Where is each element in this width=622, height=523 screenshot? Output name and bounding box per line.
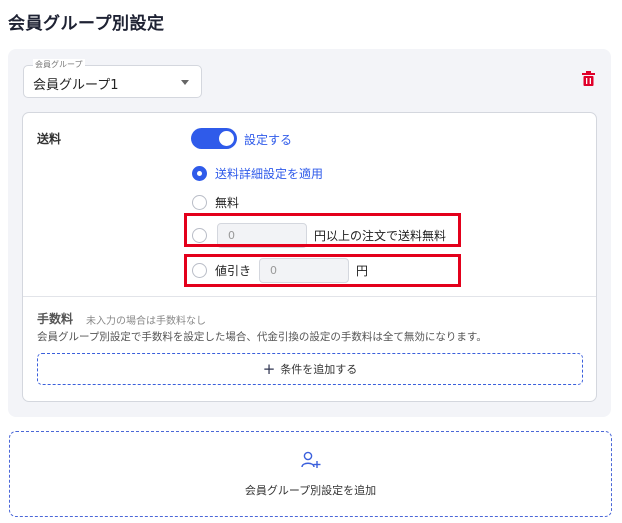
plus-icon: + [262, 359, 276, 378]
fee-label: 手数料 [37, 312, 74, 326]
trash-icon[interactable] [582, 71, 595, 86]
member-group-select[interactable]: 会員グループ 会員グループ1 [23, 59, 202, 98]
member-group-panel: 会員グループ 会員グループ1 送料 設定する 送料詳細設定を適用 無料 円以上の… [8, 49, 611, 417]
user-plus-icon [301, 451, 321, 468]
add-condition-label: 条件を追加する [280, 363, 358, 376]
caret-down-icon [181, 80, 189, 85]
radio-option-free[interactable]: 無料 [192, 194, 239, 211]
radio-option-detail[interactable]: 送料詳細設定を適用 [192, 165, 323, 182]
radio-detail-label: 送料詳細設定を適用 [215, 167, 324, 181]
fee-note: 会員グループ別設定で手数料を設定した場合、代金引換の設定の手数料は全て無効になり… [37, 331, 487, 343]
radio-free[interactable] [192, 195, 207, 210]
settings-card: 送料 設定する 送料詳細設定を適用 無料 円以上の注文で送料無料 値引き 円 手 [22, 112, 597, 402]
fee-hint: 未入力の場合は手数料なし [86, 316, 206, 327]
page-title: 会員グループ別設定 [8, 14, 165, 34]
member-group-select-label: 会員グループ [33, 59, 85, 71]
divider [23, 296, 596, 297]
shipping-label: 送料 [37, 132, 62, 146]
member-group-select-value: 会員グループ1 [33, 78, 119, 93]
highlight-box-threshold [184, 213, 461, 247]
add-member-group-label: 会員グループ別設定を追加 [244, 484, 377, 497]
shipping-toggle-label: 設定する [244, 133, 293, 147]
toggle-knob [219, 131, 234, 146]
shipping-toggle[interactable] [191, 128, 237, 149]
add-condition-button[interactable]: + 条件を追加する [37, 353, 583, 385]
radio-detail[interactable] [192, 166, 207, 181]
add-member-group-button[interactable]: 会員グループ別設定を追加 [9, 431, 612, 517]
highlight-box-discount [184, 254, 461, 287]
radio-free-label: 無料 [215, 196, 240, 210]
